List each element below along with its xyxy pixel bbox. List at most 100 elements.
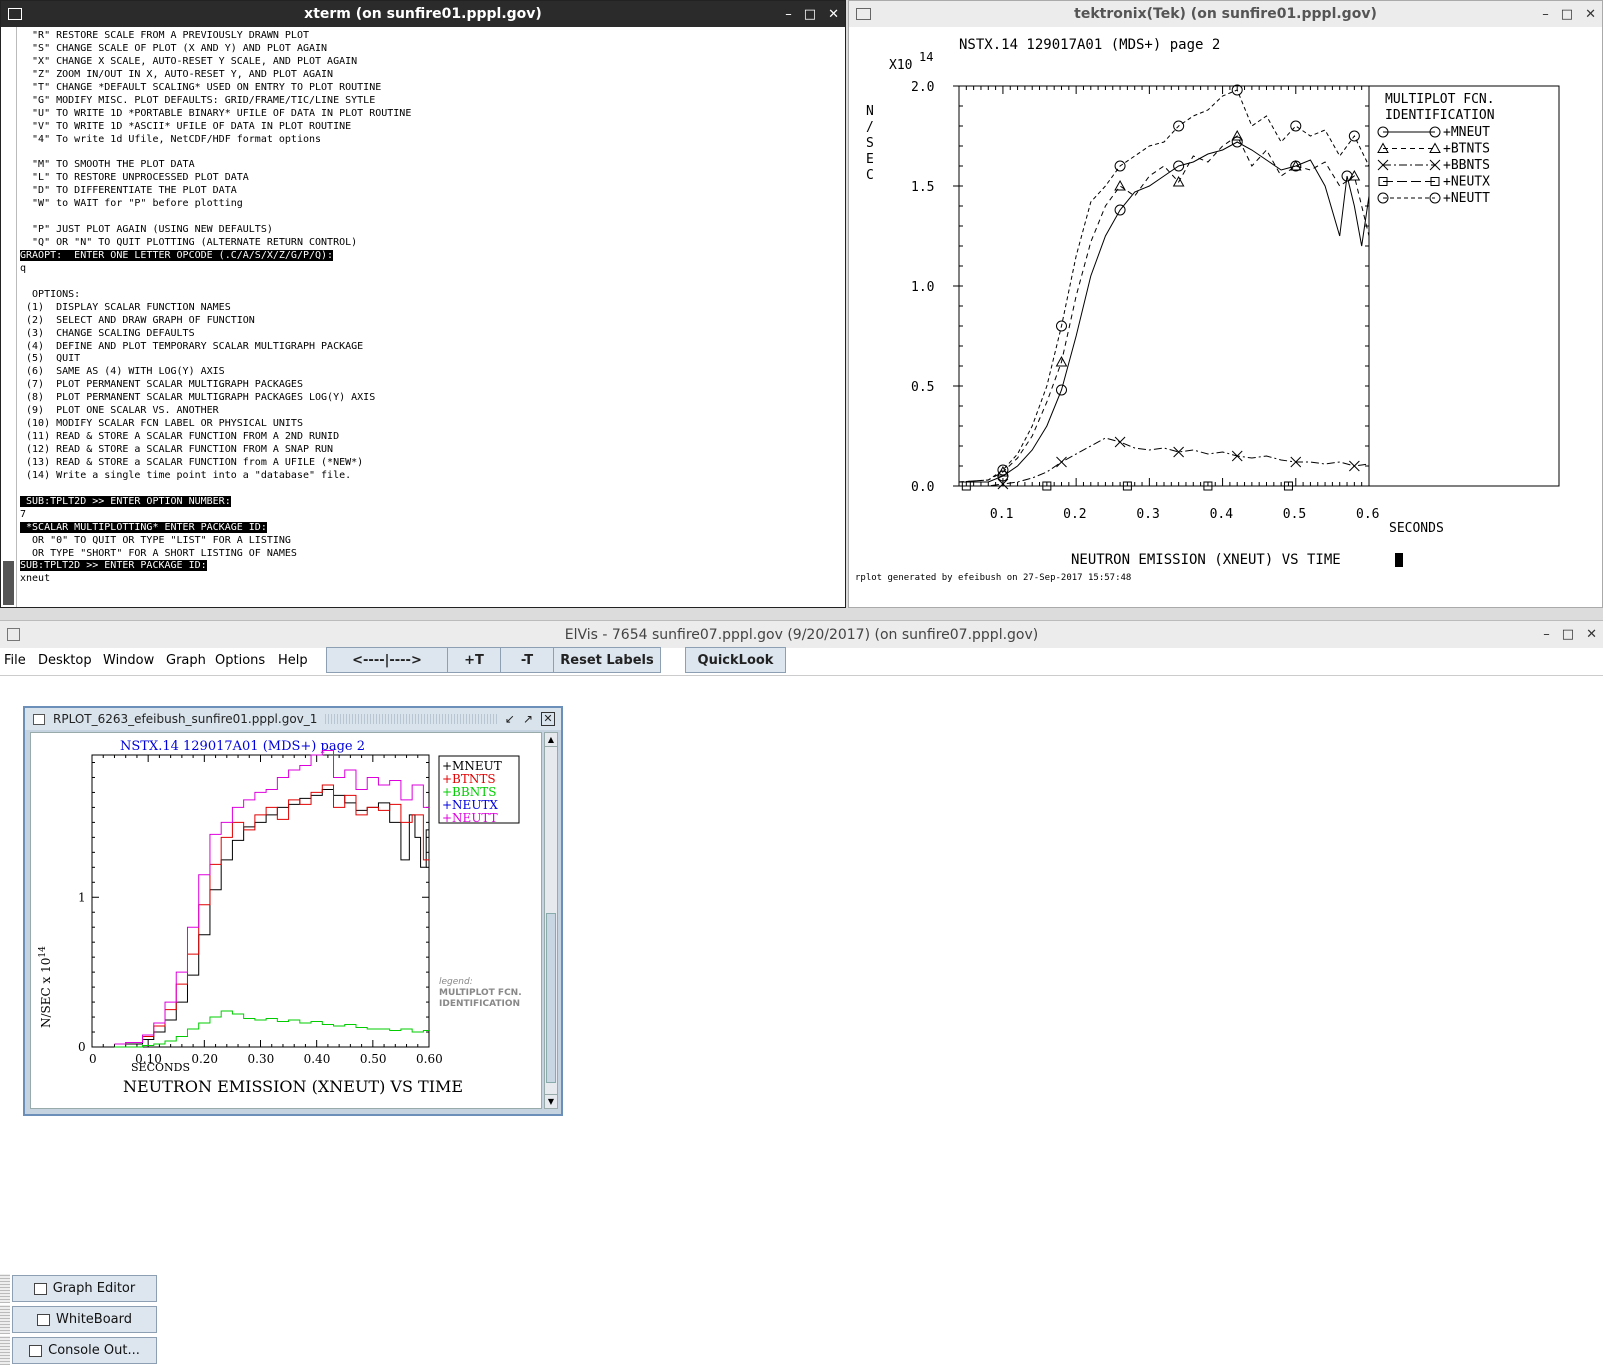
terminal-line: (4) DEFINE AND PLOT TEMPORARY SCALAR MUL… [20, 340, 364, 352]
text-cursor [1395, 553, 1403, 567]
iconify-icon[interactable]: ↙ [505, 712, 515, 726]
legend-entry: +BTNTS [442, 772, 496, 786]
scroll-thumb[interactable] [546, 913, 556, 1083]
tek-title: tektronix(Tek) (on sunfire01.pppl.gov) [1074, 6, 1377, 22]
minimize-icon[interactable]: – [1542, 7, 1549, 22]
chart-y-label: N/SEC x 1014 [38, 946, 53, 1028]
y-tick-label: 2.0 [911, 80, 934, 95]
x-tick-label: 0.1 [990, 507, 1013, 522]
terminal-line: (6) SAME AS (4) WITH LOG(Y) AXIS [20, 366, 225, 378]
quicklook-button[interactable]: QuickLook [685, 647, 786, 673]
maximize-icon[interactable]: □ [804, 7, 816, 22]
rplot-canvas[interactable]: NSTX.14 129017A01 (MDS+) page 2 01 0 0.10… [30, 732, 542, 1109]
maximize-icon[interactable]: □ [1561, 7, 1573, 22]
terminal-scrollbar[interactable] [1, 27, 17, 607]
y-unit-letter: / [866, 120, 874, 135]
terminal-line: SUB:TPLT2D >> ENTER OPTION NUMBER: [20, 495, 411, 509]
legend-entry: +MNEUT [442, 759, 502, 773]
series-line [114, 750, 429, 1045]
x-tick-label: 0.50 [360, 1052, 387, 1066]
y-tick-label: 0.5 [911, 380, 934, 395]
legend-note-2: IDENTIFICATION [439, 999, 520, 1009]
minus-t-button[interactable]: -T [500, 647, 554, 673]
xterm-window[interactable]: xterm (on sunfire01.pppl.gov) – □ ✕ "R" … [0, 0, 846, 608]
tek-plot-frame [958, 85, 1370, 487]
terminal-area[interactable]: "R" RESTORE SCALE FROM A PREVIOUSLY DRAW… [1, 27, 845, 607]
frame-icon[interactable] [33, 713, 45, 725]
terminal-line: (8) PLOT PERMANENT SCALAR MULTIGRAPH PAC… [20, 392, 376, 404]
graph-editor-label: Graph Editor [52, 1281, 136, 1296]
prompt-highlight: GRAOPT: ENTER ONE LETTER OPCODE (.C/A/S/… [20, 249, 334, 261]
tek-x-ticks: 0.1 0.2 0.3 0.4 0.5 0.6 [990, 507, 1380, 522]
frame-grip [325, 714, 497, 724]
whiteboard-button[interactable]: WhiteBoard [12, 1306, 157, 1333]
console-out-button[interactable]: Console Out... [12, 1337, 157, 1364]
tek-series-line [959, 437, 1370, 487]
minimize-icon[interactable]: – [785, 7, 792, 22]
menu-graph[interactable]: Graph [166, 653, 206, 668]
legend-entry: +BBNTS [442, 785, 496, 799]
drag-handle[interactable] [0, 1274, 10, 1303]
java-app-icon[interactable] [7, 628, 20, 641]
window-menu-icon[interactable] [8, 8, 22, 20]
tek-titlebar[interactable]: tektronix(Tek) (on sunfire01.pppl.gov) –… [849, 1, 1602, 27]
graph-editor-button[interactable]: Graph Editor [12, 1275, 157, 1302]
elvis-titlebar[interactable]: ElVis - 7654 sunfire07.pppl.gov (9/20/20… [0, 620, 1603, 648]
drag-handle[interactable] [0, 1305, 10, 1334]
time-nav-button[interactable]: <----|----> [326, 647, 448, 673]
terminal-line: (2) SELECT AND DRAW GRAPH OF FUNCTION [20, 314, 255, 326]
chart-subtitle: NEUTRON EMISSION (XNEUT) VS TIME [123, 1077, 463, 1096]
terminal-line: "L" TO RESTORE UNPROCESSED PLOT DATA [20, 172, 249, 184]
elvis-chart: NSTX.14 129017A01 (MDS+) page 2 01 0 0.10… [38, 739, 522, 1096]
rplot-scrollbar[interactable]: ▲ ▼ [544, 732, 558, 1109]
legend-entry: +NEUTT [442, 811, 498, 825]
chart-y-label-text: N/SEC x 1014 [38, 946, 53, 1028]
terminal-line: "R" RESTORE SCALE FROM A PREVIOUSLY DRAW… [20, 30, 309, 41]
reset-labels-button[interactable]: Reset Labels [553, 647, 661, 673]
menu-options[interactable]: Options [215, 653, 265, 668]
terminal-line: (5) QUIT [20, 353, 81, 365]
scrollbar-thumb[interactable] [3, 561, 14, 605]
tek-legend-entry: +BBNTS [1443, 158, 1490, 173]
y-unit-letter: C [866, 168, 874, 183]
terminal-line: (10) MODIFY SCALAR FCN LABEL OR PHYSICAL… [20, 418, 303, 430]
rplot-frame-title: RPLOT_6263_efeibush_sunfire01.pppl.gov_1 [53, 712, 318, 726]
tek-window[interactable]: tektronix(Tek) (on sunfire01.pppl.gov) –… [848, 0, 1603, 608]
scroll-up-arrow[interactable]: ▲ [545, 733, 557, 747]
terminal-output: "R" RESTORE SCALE FROM A PREVIOUSLY DRAW… [20, 30, 411, 586]
terminal-line: "S" CHANGE SCALE OF PLOT (X AND Y) AND P… [20, 42, 328, 54]
tek-series-line [959, 141, 1370, 483]
drag-handle[interactable] [0, 1336, 10, 1365]
scroll-down-arrow[interactable]: ▼ [545, 1094, 557, 1108]
close-icon[interactable]: ✕ [828, 7, 839, 22]
circle-marker [1290, 120, 1302, 132]
close-icon[interactable]: ✕ [1585, 7, 1596, 22]
tek-legend-title1: MULTIPLOT FCN. [1385, 92, 1495, 107]
minimize-icon[interactable]: – [1543, 627, 1550, 642]
close-frame-icon[interactable]: ✕ [541, 712, 555, 726]
tek-y-exp-base: X10 [889, 58, 912, 73]
x-tick-label: 0.3 [1136, 507, 1159, 522]
terminal-line: "Z" ZOOM IN/OUT IN X, AUTO-RESET Y, AND … [20, 68, 334, 80]
rplot-internal-frame[interactable]: RPLOT_6263_efeibush_sunfire01.pppl.gov_1… [23, 706, 563, 1116]
menu-help[interactable]: Help [278, 653, 308, 668]
x-tick-label: 0.6 [1356, 507, 1379, 522]
maximize-frame-icon[interactable]: ↗ [523, 712, 533, 726]
terminal-line: (14) Write a single time point into a "d… [20, 469, 352, 481]
tek-legend: +MNEUT +BTNTS+BBNTS +NEUTX+NEUTT [1377, 125, 1490, 206]
close-icon[interactable]: ✕ [1586, 627, 1597, 642]
window-icon [33, 1282, 47, 1295]
maximize-icon[interactable]: □ [1562, 627, 1574, 642]
menu-desktop[interactable]: Desktop [38, 653, 92, 668]
plus-t-button[interactable]: +T [447, 647, 501, 673]
rplot-frame-titlebar[interactable]: RPLOT_6263_efeibush_sunfire01.pppl.gov_1… [25, 708, 561, 730]
console-out-label: Console Out... [48, 1343, 140, 1358]
terminal-line: *SCALAR MULTIPLOTTING* ENTER PACKAGE ID: [20, 521, 411, 535]
menu-window[interactable]: Window [103, 653, 154, 668]
xterm-titlebar[interactable]: xterm (on sunfire01.pppl.gov) – □ ✕ [1, 1, 845, 27]
window-menu-icon[interactable] [856, 8, 871, 20]
menu-file[interactable]: File [4, 653, 26, 668]
